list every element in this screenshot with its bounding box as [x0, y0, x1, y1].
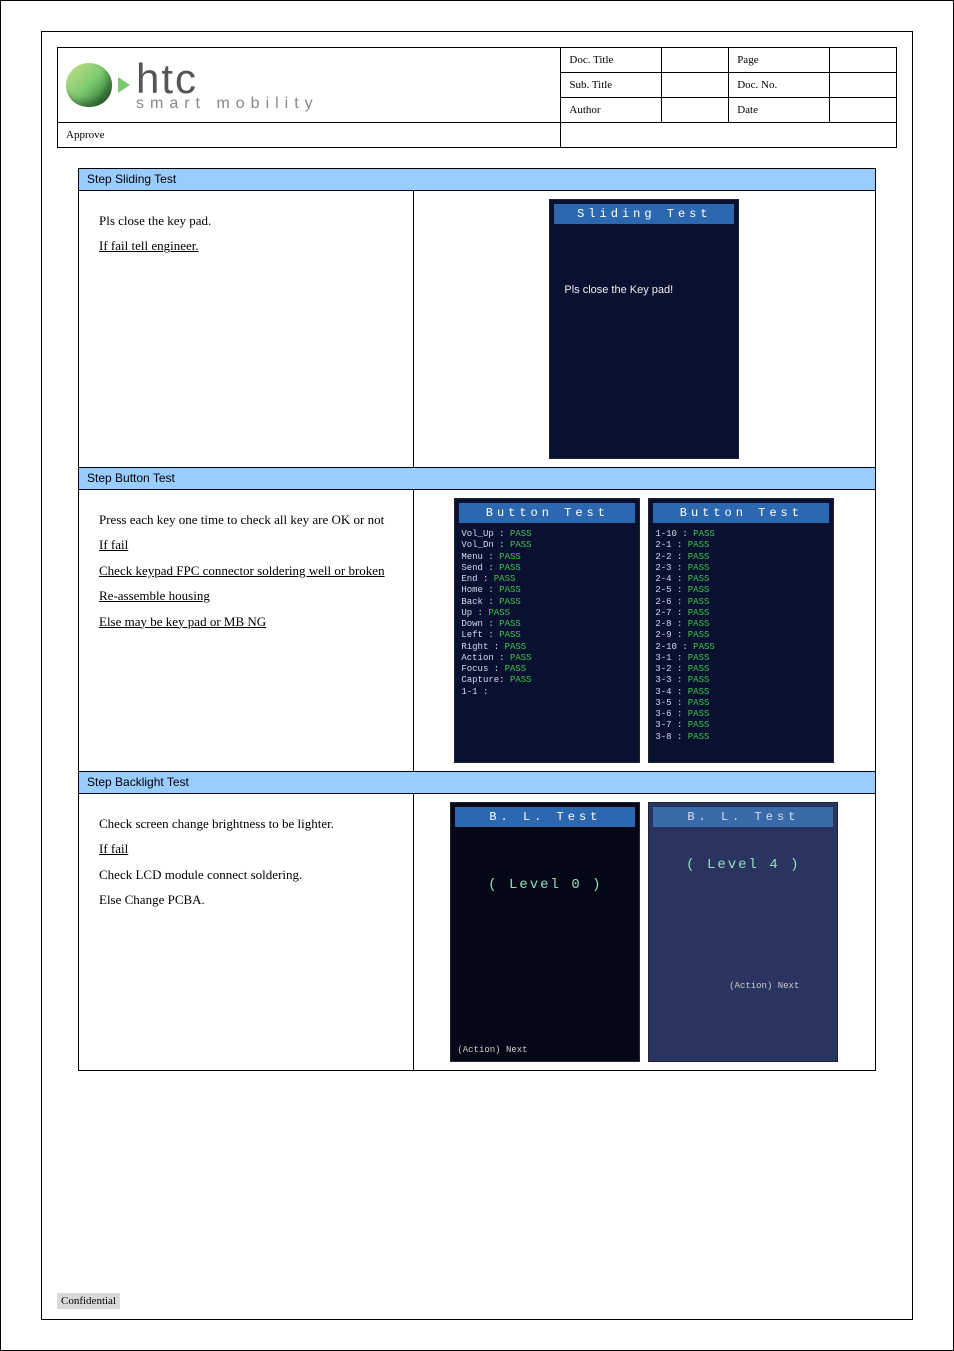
screen-title: B. L. Test — [653, 807, 833, 827]
sub-title-value — [662, 73, 729, 98]
screen-line: End : PASS — [459, 574, 635, 585]
screen-line: 3-8 : PASS — [653, 732, 829, 743]
step-instructions: Check screen change brightness to be lig… — [79, 794, 414, 1071]
screen-title: Sliding Test — [554, 204, 734, 224]
screen-line: 3-3 : PASS — [653, 675, 829, 686]
brand-logo: htc smart mobility — [66, 58, 552, 112]
step-screenshots: Button Test Vol_Up : PASSVol_Dn : PASSMe… — [413, 490, 875, 772]
author-label: Author — [561, 98, 662, 123]
step-title: Step Button Test — [79, 468, 876, 490]
if-fail-label: If fail — [99, 537, 128, 552]
screen-line: Vol_Up : PASS — [459, 529, 635, 540]
doc-title-label: Doc. Title — [561, 48, 662, 73]
brand-name: htc — [136, 58, 319, 100]
screen-line: Menu : PASS — [459, 552, 635, 563]
logo-orb-icon — [66, 63, 112, 107]
screen-line: Back : PASS — [459, 597, 635, 608]
screen-lines: Vol_Up : PASSVol_Dn : PASSMenu : PASSSen… — [459, 529, 635, 698]
fail-line: Check LCD module connect soldering. — [99, 863, 393, 886]
confidential-label: Confidential — [57, 1293, 120, 1309]
doc-title-value — [662, 48, 729, 73]
screen-line: 2-10 : PASS — [653, 642, 829, 653]
screen-line: 2-5 : PASS — [653, 585, 829, 596]
button-test-screen-2: Button Test 1-10 : PASS2-1 : PASS2-2 : P… — [648, 498, 834, 763]
screen-footer: (Action) Next — [729, 981, 799, 991]
screen-line: 3-2 : PASS — [653, 664, 829, 675]
brand-tagline: smart mobility — [136, 96, 319, 112]
doc-no-label: Doc. No. — [729, 73, 830, 98]
step-intro: Pls close the key pad. — [99, 209, 393, 232]
step-title: Step Sliding Test — [79, 169, 876, 191]
header-table: htc smart mobility Doc. Title Page Sub. … — [57, 47, 897, 148]
screen-line: 2-8 : PASS — [653, 619, 829, 630]
screen-line: Vol_Dn : PASS — [459, 540, 635, 551]
step-instructions: Press each key one time to check all key… — [79, 490, 414, 772]
screen-line: 3-6 : PASS — [653, 709, 829, 720]
fail-line: Re-assemble housing — [99, 584, 393, 607]
screen-message: Pls close the Key pad! — [564, 284, 734, 296]
screen-line: 1-1 : — [459, 687, 635, 698]
screen-line: Capture: PASS — [459, 675, 635, 686]
if-fail-label: If fail tell engineer. — [99, 238, 199, 253]
screen-line: 2-4 : PASS — [653, 574, 829, 585]
fail-line: Else may be key pad or MB NG — [99, 610, 393, 633]
screen-line: 2-1 : PASS — [653, 540, 829, 551]
screen-line: Down : PASS — [459, 619, 635, 630]
screen-line: 3-1 : PASS — [653, 653, 829, 664]
screen-line: Action : PASS — [459, 653, 635, 664]
steps-table: Step Sliding Test Pls close the key pad.… — [78, 168, 876, 1071]
sub-title-label: Sub. Title — [561, 73, 662, 98]
screen-line: 2-3 : PASS — [653, 563, 829, 574]
screen-line: Home : PASS — [459, 585, 635, 596]
screen-line: Focus : PASS — [459, 664, 635, 675]
screen-line: 3-7 : PASS — [653, 720, 829, 731]
approve-value — [561, 123, 897, 148]
step-intro: Check screen change brightness to be lig… — [99, 812, 393, 835]
doc-no-value — [829, 73, 896, 98]
backlight-screen-light: B. L. Test ( Level 4 ) (Action) Next — [648, 802, 838, 1062]
page: htc smart mobility Doc. Title Page Sub. … — [0, 0, 954, 1351]
screen-line: 2-9 : PASS — [653, 630, 829, 641]
backlight-level: ( Level 4 ) — [653, 857, 833, 873]
step-intro: Press each key one time to check all key… — [99, 508, 393, 531]
screen-line: 2-2 : PASS — [653, 552, 829, 563]
screen-line: Right : PASS — [459, 642, 635, 653]
screen-title: B. L. Test — [455, 807, 635, 827]
screen-title: Button Test — [459, 503, 635, 523]
page-inner: htc smart mobility Doc. Title Page Sub. … — [41, 31, 913, 1320]
backlight-level: ( Level 0 ) — [455, 877, 635, 893]
date-label: Date — [729, 98, 830, 123]
screen-line: 2-6 : PASS — [653, 597, 829, 608]
screen-line: 2-7 : PASS — [653, 608, 829, 619]
backlight-screen-dark: B. L. Test ( Level 0 ) (Action) Next — [450, 802, 640, 1062]
fail-line: Else Change PCBA. — [99, 888, 393, 911]
screen-footer: (Action) Next — [457, 1045, 527, 1055]
button-test-screen-1: Button Test Vol_Up : PASSVol_Dn : PASSMe… — [454, 498, 640, 763]
if-fail-label: If fail — [99, 841, 128, 856]
screen-line: 1-10 : PASS — [653, 529, 829, 540]
screen-title: Button Test — [653, 503, 829, 523]
step-title: Step Backlight Test — [79, 772, 876, 794]
sliding-screen: Sliding Test Pls close the Key pad! — [549, 199, 739, 459]
step-instructions: Pls close the key pad. If fail tell engi… — [79, 191, 414, 468]
fail-line: Check keypad FPC connector soldering wel… — [99, 559, 393, 582]
date-value — [829, 98, 896, 123]
approve-label: Approve — [58, 123, 561, 148]
screen-line: Send : PASS — [459, 563, 635, 574]
logo-horn-icon — [118, 77, 130, 93]
page-value — [829, 48, 896, 73]
screen-lines: 1-10 : PASS2-1 : PASS2-2 : PASS2-3 : PAS… — [653, 529, 829, 743]
step-screenshots: Sliding Test Pls close the Key pad! — [413, 191, 875, 468]
screen-line: Left : PASS — [459, 630, 635, 641]
author-value — [662, 98, 729, 123]
screen-line: 3-5 : PASS — [653, 698, 829, 709]
screen-line: 3-4 : PASS — [653, 687, 829, 698]
screen-line: Up : PASS — [459, 608, 635, 619]
logo-cell: htc smart mobility — [58, 48, 561, 123]
page-label: Page — [729, 48, 830, 73]
step-screenshots: B. L. Test ( Level 0 ) (Action) Next B. … — [413, 794, 875, 1071]
